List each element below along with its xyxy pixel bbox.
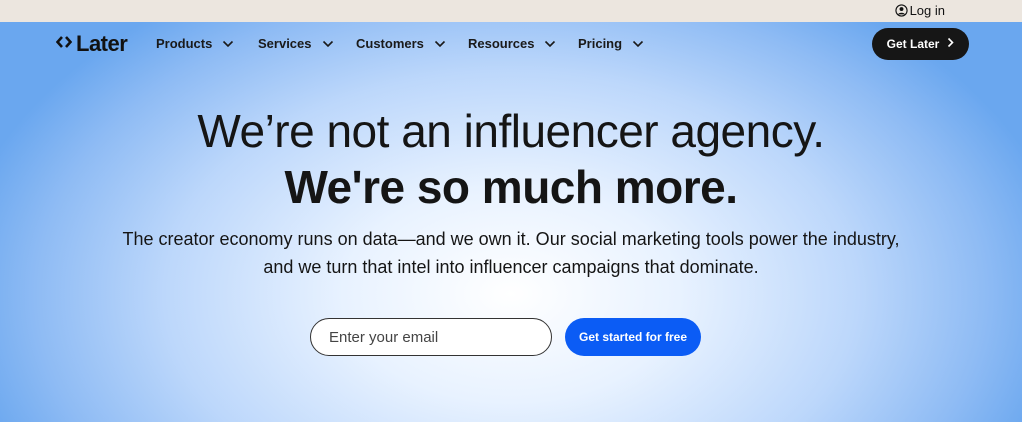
chevron-down-icon	[544, 40, 556, 48]
login-link[interactable]: Log in	[894, 3, 945, 18]
get-started-button[interactable]: Get started for free	[565, 318, 701, 356]
get-later-button[interactable]: Get Later	[872, 28, 969, 60]
nav-item-label: Products	[156, 36, 213, 51]
nav-item-pricing[interactable]: Pricing	[578, 36, 644, 51]
logo[interactable]: Later	[55, 31, 128, 56]
get-later-label: Get Later	[886, 37, 940, 51]
chevron-down-icon	[222, 40, 234, 48]
get-started-label: Get started for free	[578, 330, 688, 344]
hero-background	[0, 22, 1022, 422]
nav-item-products[interactable]: Products	[156, 36, 234, 51]
nav-item-customers[interactable]: Customers	[356, 36, 446, 51]
chevron-down-icon	[322, 40, 334, 48]
chevron-right-icon	[947, 37, 954, 51]
email-input[interactable]	[310, 318, 552, 356]
utility-bar: Log in	[0, 0, 1022, 22]
headline-line-2: We're so much more.	[284, 161, 738, 213]
nav-item-resources[interactable]: Resources	[468, 36, 556, 51]
page: Log in Later Products Services Customers…	[0, 0, 1022, 422]
nav-item-label: Pricing	[578, 36, 623, 51]
chevron-down-icon	[434, 40, 446, 48]
nav-item-label: Services	[258, 36, 312, 51]
logo-text: Later	[76, 31, 128, 56]
double-chevron-logo-icon	[55, 35, 73, 54]
headline-line-1: We’re not an influencer agency.	[197, 105, 825, 157]
hero-subtext: The creator economy runs on data—and we …	[122, 229, 900, 277]
login-label: Log in	[909, 3, 945, 18]
nav-item-label: Resources	[468, 36, 535, 51]
nav-item-label: Customers	[356, 36, 424, 51]
user-circle-icon	[894, 4, 908, 17]
nav-item-services[interactable]: Services	[258, 36, 334, 51]
chevron-down-icon	[632, 40, 644, 48]
main-nav: Later Products Services Customers Resour…	[0, 22, 1022, 66]
